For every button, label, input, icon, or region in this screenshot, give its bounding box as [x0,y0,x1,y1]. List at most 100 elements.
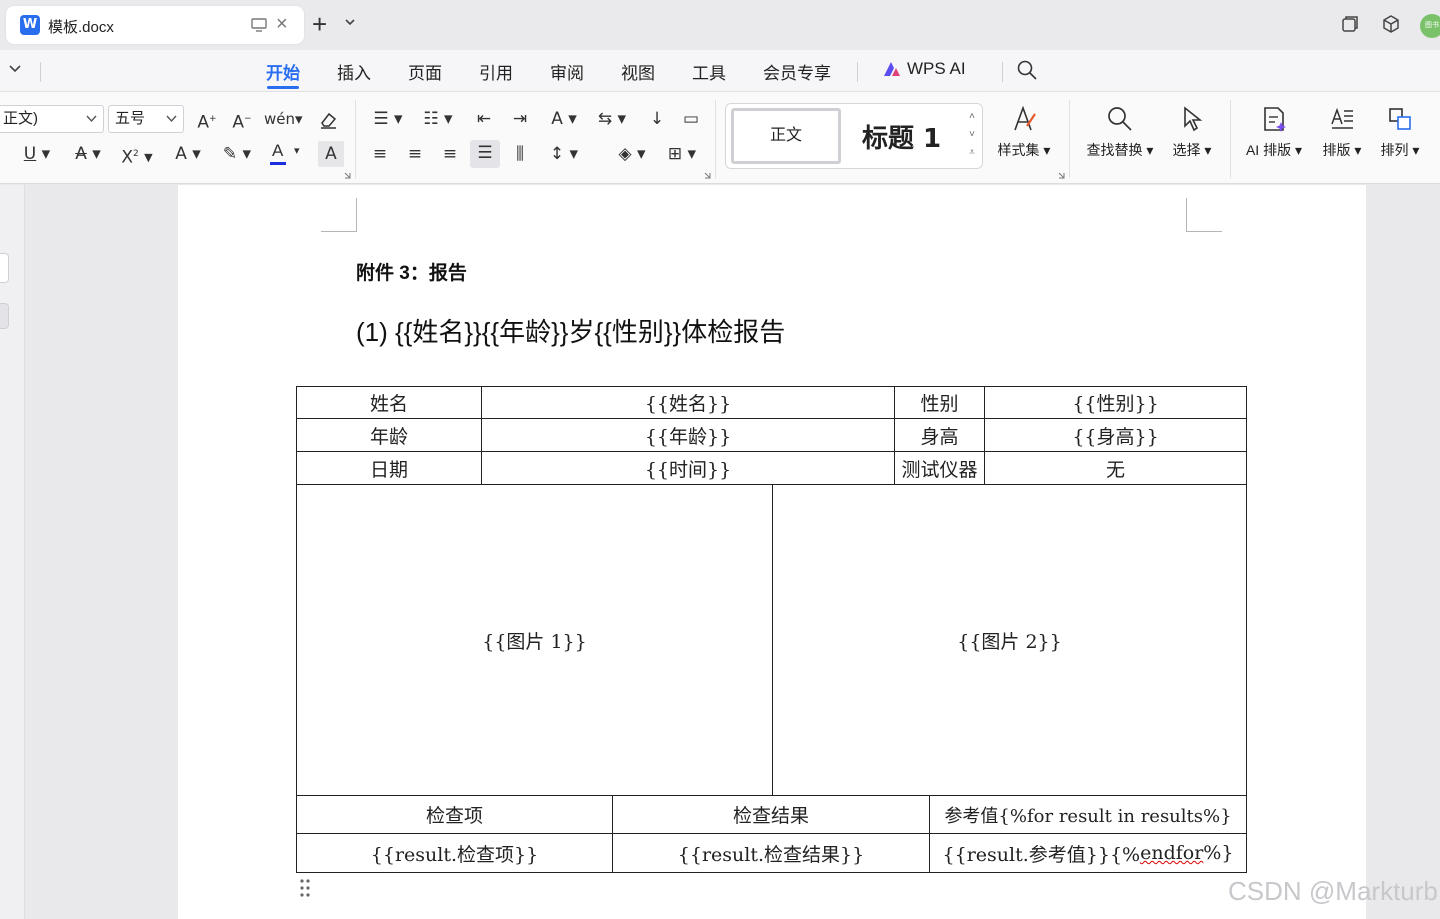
new-tab-icon[interactable]: + [312,9,327,39]
tab-review[interactable]: 审阅 [550,59,584,84]
table-cell[interactable]: {{身高}} [984,418,1247,452]
chevron-down-icon[interactable] [8,62,22,76]
cube-icon[interactable] [1381,14,1401,34]
table-cell[interactable]: 日期 [296,451,482,485]
style-set-button[interactable]: 样式集 ▾ [992,104,1056,174]
table-cell[interactable]: 性别 [894,386,985,419]
tab-title: 模板.docx [48,19,114,36]
superscript-icon[interactable]: X2 ▾ [116,141,158,168]
tab-page[interactable]: 页面 [408,59,442,84]
user-avatar[interactable]: 图书 [1420,14,1440,38]
dialog-launcher-icon[interactable] [1058,172,1065,179]
strikethrough-icon[interactable]: A ▾ [68,141,108,167]
image-placeholder-cell[interactable]: {{图片 1}} [296,484,773,796]
tab-home[interactable]: 开始 [266,59,300,84]
char-shading-icon[interactable]: A [318,141,344,167]
table-cell[interactable]: {{姓名}} [481,386,895,419]
sort-icon[interactable]: ⇆ ▾ [592,106,632,132]
results-header-cell[interactable]: 参考值{%for result in results%} [929,795,1247,834]
table-cell[interactable]: {{时间}} [481,451,895,485]
font-shrink-icon[interactable]: A− [228,106,256,133]
result-reference-suffix: %} [1203,842,1234,864]
layout-button[interactable]: 排版 ▾ [1316,104,1368,174]
menu-divider [857,62,858,82]
layout-label: 排版 [1322,142,1351,158]
table-cell[interactable]: 身高 [894,418,985,452]
shading-icon[interactable]: ◈ ▾ [612,141,652,167]
results-header-cell[interactable]: 检查结果 [612,795,930,834]
table-cell[interactable]: 测试仪器 [894,451,985,485]
highlight-icon[interactable]: ✎ ▾ [216,141,258,167]
attachment-heading[interactable]: 附件 3：报告 [356,258,467,285]
font-color-icon[interactable]: A ▾ [266,141,308,169]
tab-references[interactable]: 引用 [479,59,513,84]
text-direction-icon[interactable]: A ▾ [544,106,584,132]
font-family-select[interactable]: 正文) [0,105,104,133]
increase-indent-icon[interactable]: ⇥ [506,106,534,132]
justify-icon[interactable]: ☰ [470,140,500,168]
table-cell[interactable]: {{年龄}} [481,418,895,452]
dialog-launcher-icon[interactable] [704,172,711,179]
image-placeholder-cell[interactable]: {{图片 2}} [772,484,1247,796]
table-cell[interactable]: 无 [984,451,1247,485]
report-title[interactable]: (1) {{姓名}}{{年龄}}岁{{性别}}体检报告 [356,312,785,349]
clear-format-icon[interactable] [318,110,338,130]
tab-member[interactable]: 会员专享 [763,59,831,84]
tab-tools[interactable]: 工具 [692,59,726,84]
select-button[interactable]: 选择 ▾ [1166,104,1218,174]
style-heading-1[interactable]: 标题 1 [862,118,941,155]
wps-writer-icon: W [20,15,40,35]
nav-pane-toggle[interactable] [0,253,9,283]
menu-divider [1002,62,1003,82]
numbered-list-icon[interactable]: ☷ ▾ [418,106,458,132]
distributed-icon[interactable]: ⫼ [506,141,534,167]
border-icon[interactable]: ⊞ ▾ [662,141,702,167]
line-spacing-icon[interactable]: ↕ ▾ [544,141,584,167]
bullet-list-icon[interactable]: ☰ ▾ [368,106,408,132]
title-bar: W 模板.docx × + 图书 [0,0,1440,50]
decrease-indent-icon[interactable]: ⇤ [470,106,498,132]
phonetic-icon[interactable]: wén▾ [264,106,303,132]
cursor-arrow-icon [1184,106,1203,132]
style-normal[interactable]: 正文 [731,108,841,164]
drag-handle-icon[interactable] [300,878,310,898]
document-tab[interactable]: W 模板.docx × [6,6,304,44]
style-gallery-scroll[interactable]: ˄ ˅ ⩡ [966,108,978,164]
arrange-button[interactable]: 排列 ▾ [1374,104,1426,174]
chevron-down-icon [166,115,177,123]
close-tab-icon[interactable]: × [276,13,288,36]
chevron-down-icon[interactable] [344,16,356,28]
tab-wps-ai[interactable]: WPS AI [907,59,966,79]
font-grow-icon[interactable]: A+ [193,106,221,133]
font-color-bar [270,162,286,165]
active-tab-indicator [267,86,299,89]
align-left-icon[interactable]: ≡ [366,141,394,167]
align-right-icon[interactable]: ≡ [436,141,464,167]
underline-icon[interactable]: U ▾ [17,141,57,167]
align-center-icon[interactable]: ≡ [401,141,429,167]
font-size-select[interactable]: 五号 [108,105,184,133]
results-row-cell[interactable]: {{result.参考值}}{% endfor%} [929,833,1247,873]
results-row-cell[interactable]: {{result.检查项}} [296,833,613,873]
text-layout-icon [1331,107,1353,129]
nav-pane-handle[interactable] [0,303,9,329]
monitor-icon[interactable] [250,16,268,34]
table-cell[interactable]: {{性别}} [984,386,1247,419]
show-marks-icon[interactable]: ▭ [677,106,705,132]
table-cell[interactable]: 年龄 [296,418,482,452]
ai-layout-label: AI 排版 [1245,142,1292,158]
results-header-cell[interactable]: 检查项 [296,795,613,834]
text-effect-icon[interactable]: A ▾ [168,141,208,167]
tab-insert[interactable]: 插入 [337,59,371,84]
results-row-cell[interactable]: {{result.检查结果}} [612,833,930,873]
window-restore-icon[interactable] [1340,14,1360,34]
find-replace-button[interactable]: 查找替换 ▾ [1080,104,1160,174]
table-cell[interactable]: 姓名 [296,386,482,419]
menu-bar: 开始 插入 页面 引用 审阅 视图 工具 会员专享 WPS AI [0,50,1440,92]
dialog-launcher-icon[interactable] [344,172,351,179]
font-family-value: 正文) [3,110,38,127]
search-icon[interactable] [1016,59,1038,81]
ai-layout-button[interactable]: AI 排版 ▾ [1240,104,1308,174]
tab-view[interactable]: 视图 [621,59,655,84]
sort-az-icon[interactable]: ↓ [643,106,671,132]
